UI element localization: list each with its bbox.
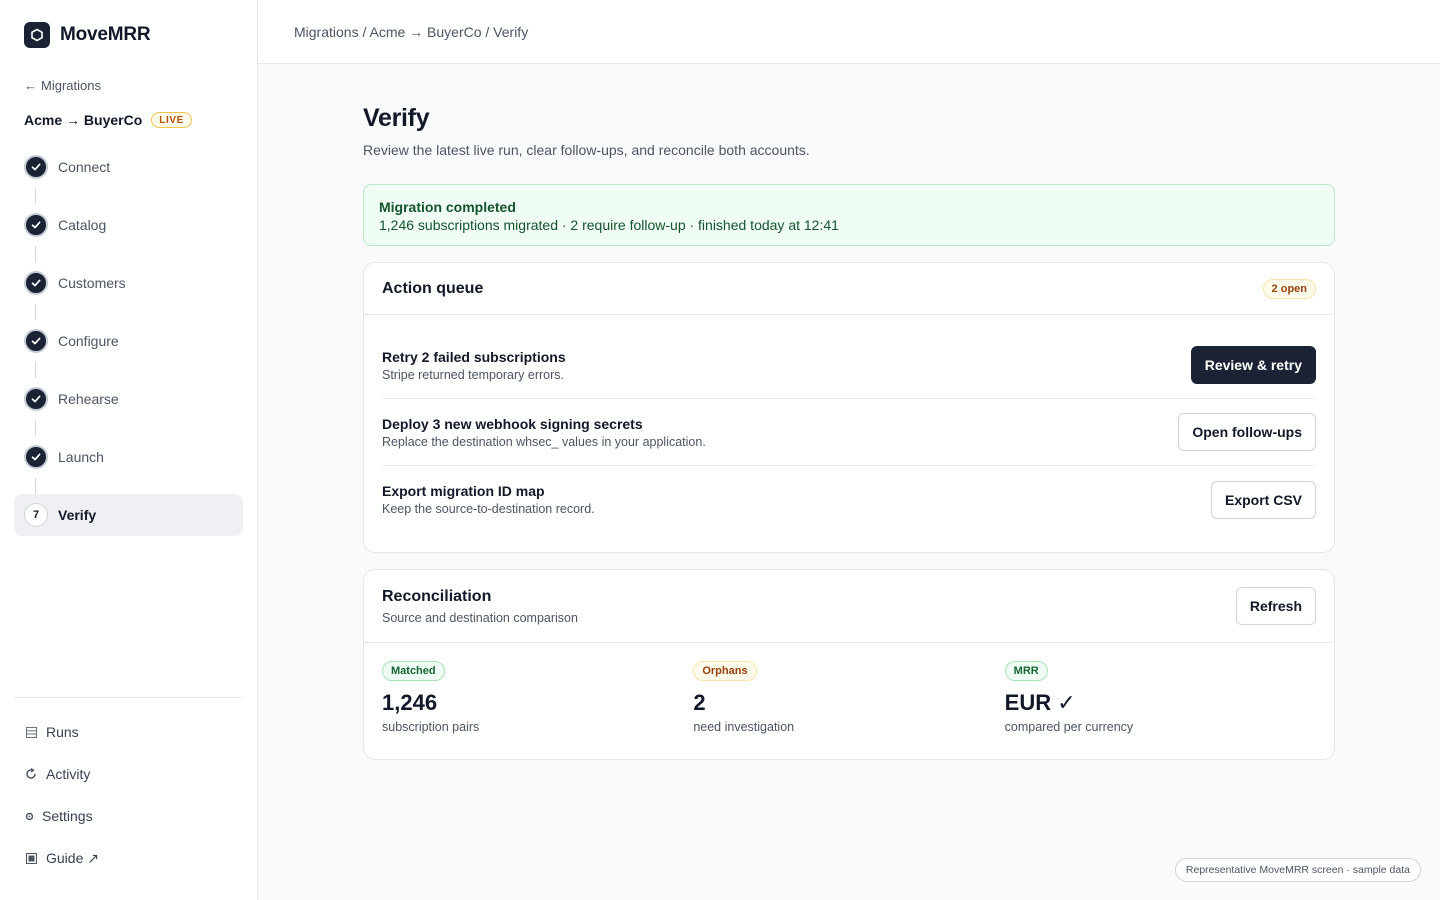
main-content: Verify Review the latest live run, clear… (363, 104, 1335, 760)
check-icon (24, 387, 48, 411)
stat-value: EUR ✓ (1004, 690, 1076, 715)
project-header: Acme → BuyerCo LIVE (24, 112, 192, 128)
page-title: Verify (363, 104, 430, 132)
check-icon (24, 213, 48, 237)
back-link-label: Migrations (41, 78, 101, 93)
sidebar-item-label: Runs (46, 724, 79, 740)
export-csv-button[interactable]: Export CSV (1210, 480, 1316, 519)
action-title: Export migration ID map (382, 483, 545, 499)
step-connector (14, 304, 243, 320)
check-icon (24, 329, 48, 353)
hexagon-logo-icon (24, 22, 50, 48)
banner-detail: 1,246 subscriptions migrated · 2 require… (379, 217, 839, 233)
sample-data-note: Representative MoveMRR screen · sample d… (1174, 858, 1421, 882)
action-title: Retry 2 failed subscriptions (382, 348, 566, 365)
action-description: Keep the source-to-destination record. (382, 502, 595, 516)
step-catalog[interactable]: Catalog (14, 204, 243, 246)
action-queue-header: Action queue 2 open (364, 263, 1334, 315)
stat-label: compared per currency (1004, 720, 1134, 734)
banner-title: Migration completed (379, 199, 516, 215)
open-follow-ups-button[interactable]: Open follow-ups (1178, 413, 1316, 451)
step-label: Rehearse (58, 391, 119, 407)
reconciliation-subtitle: Source and destination comparison (382, 610, 578, 625)
sidebar-item-guide[interactable]: Guide ↗ (24, 837, 243, 879)
reconciliation-title: Reconciliation (382, 587, 492, 605)
action-queue-title: Action queue (382, 279, 484, 297)
stat-badge: Orphans (693, 661, 757, 681)
topbar: Migrations / Acme → BuyerCo / Verify (258, 0, 1440, 64)
refresh-icon (24, 767, 38, 781)
step-label: Connect (58, 159, 111, 175)
stat-label: need investigation (693, 720, 795, 734)
sidebar-divider (14, 697, 243, 698)
step-label: Verify (58, 507, 97, 523)
action-queue-card: Action queue 2 open Retry 2 failed subsc… (363, 262, 1335, 553)
step-customers[interactable]: Customers (14, 262, 243, 304)
stat-label: subscription pairs (382, 720, 480, 734)
step-launch[interactable]: Launch (14, 436, 243, 478)
check-icon (24, 155, 48, 179)
action-item-webhooks: Deploy 3 new webhook signing secrets Rep… (382, 399, 1316, 466)
action-queue-list: Retry 2 failed subscriptions Stripe retu… (364, 315, 1334, 533)
step-configure[interactable]: Configure (14, 320, 243, 362)
step-label: Customers (58, 275, 126, 291)
check-icon (24, 271, 48, 295)
step-connector (14, 246, 243, 262)
back-to-migrations-link[interactable]: ← Migrations (24, 78, 101, 93)
page-subtitle: Review the latest live run, clear follow… (363, 142, 810, 158)
live-badge: LIVE (151, 112, 192, 128)
sidebar-links: Runs Activity Settings Guide ↗ (24, 711, 243, 879)
brand[interactable]: MoveMRR (24, 22, 151, 48)
step-label: Configure (58, 333, 119, 349)
stat-value: 1,246 (382, 690, 438, 715)
sidebar-item-settings[interactable]: Settings (24, 795, 243, 837)
open-count-badge: 2 open (1262, 278, 1316, 299)
refresh-button[interactable]: Refresh (1235, 587, 1316, 625)
book-icon (24, 851, 38, 865)
step-list: Connect Catalog Customers Configure Rehe… (14, 146, 243, 536)
step-connector (14, 420, 243, 436)
sidebar-item-label: Settings (42, 808, 93, 824)
sidebar-item-runs[interactable]: Runs (24, 711, 243, 753)
step-connector (14, 478, 243, 494)
step-label: Launch (58, 449, 104, 465)
review-retry-button[interactable]: Review & retry (1190, 346, 1316, 384)
action-description: Stripe returned temporary errors. (382, 367, 565, 382)
reconciliation-header: Reconciliation Source and destination co… (364, 570, 1334, 643)
action-item-retry: Retry 2 failed subscriptions Stripe retu… (382, 332, 1316, 399)
success-banner: Migration completed 1,246 subscriptions … (363, 184, 1335, 246)
sidebar-item-activity[interactable]: Activity (24, 753, 243, 795)
stat-badge: Matched (382, 661, 445, 681)
reconciliation-stats: Matched 1,246 subscription pairs Orphans… (364, 643, 1334, 734)
stat-matched: Matched 1,246 subscription pairs (382, 661, 693, 734)
step-label: Catalog (58, 217, 107, 233)
step-connector (14, 362, 243, 378)
list-icon (24, 725, 38, 739)
step-connect[interactable]: Connect (14, 146, 243, 188)
stat-orphans: Orphans 2 need investigation (693, 661, 1004, 734)
sidebar-item-label: Activity (46, 766, 91, 782)
reconciliation-card: Reconciliation Source and destination co… (363, 569, 1335, 760)
gear-icon (24, 809, 34, 823)
step-connector (14, 188, 243, 204)
step-verify[interactable]: 7 Verify (14, 494, 243, 536)
action-title: Deploy 3 new webhook signing secrets (382, 415, 643, 432)
breadcrumb[interactable]: Migrations / Acme → BuyerCo / Verify (294, 24, 528, 40)
project-name: Acme → BuyerCo (24, 112, 143, 128)
sidebar: MoveMRR ← Migrations Acme → BuyerCo LIVE… (0, 0, 258, 900)
stat-mrr: MRR EUR ✓ compared per currency (1004, 661, 1316, 734)
app-name: MoveMRR (60, 24, 151, 45)
stat-value: 2 (693, 690, 706, 715)
step-number: 7 (24, 503, 48, 527)
arrow-left-icon: ← (24, 78, 37, 93)
sidebar-item-label: Guide ↗ (46, 849, 99, 866)
stat-badge: MRR (1004, 661, 1048, 681)
action-item-export: Export migration ID map Keep the source-… (382, 466, 1316, 533)
action-description: Replace the destination whsec_ values in… (382, 434, 706, 449)
step-rehearse[interactable]: Rehearse (14, 378, 243, 420)
check-icon (24, 445, 48, 469)
